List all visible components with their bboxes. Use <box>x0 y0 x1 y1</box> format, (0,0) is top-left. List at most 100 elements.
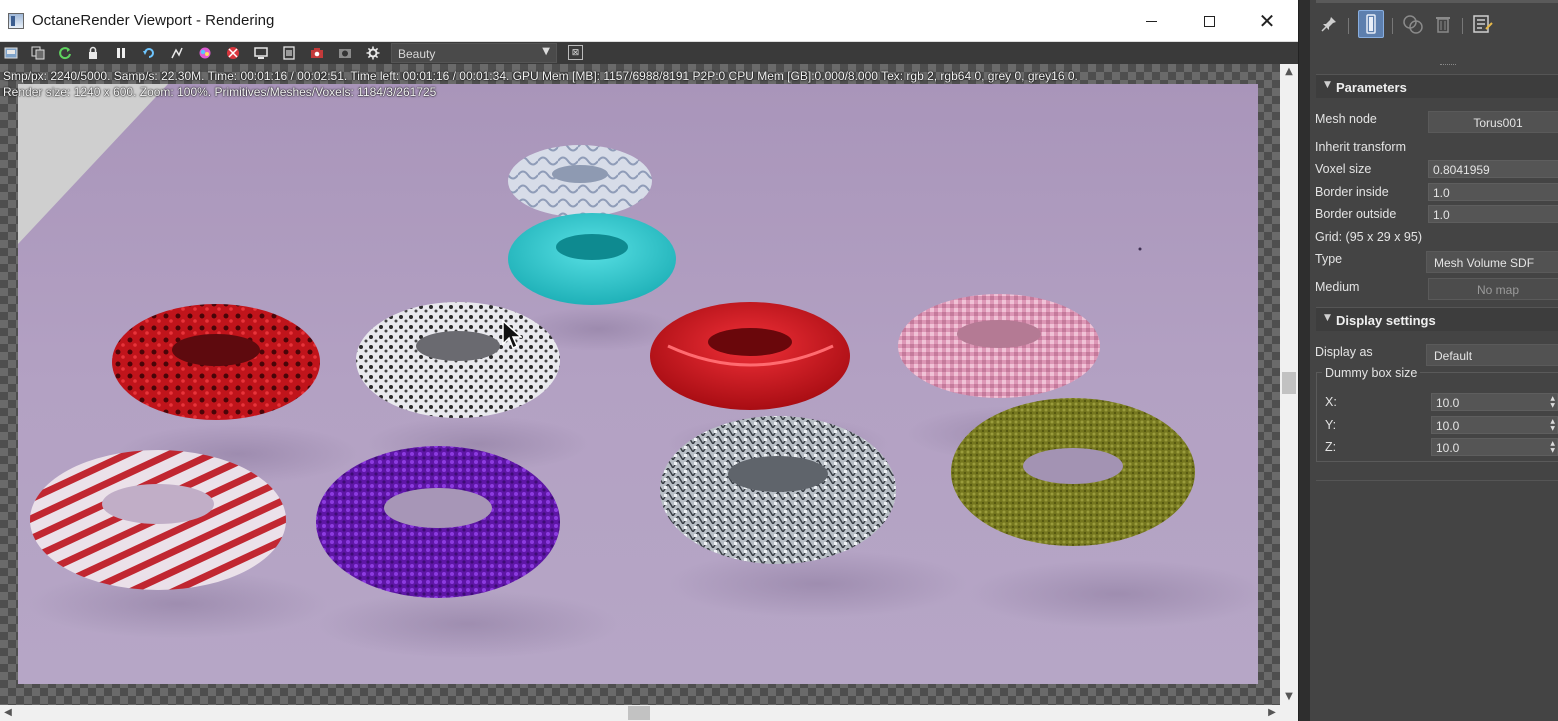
dummy-z-value: 10.0 <box>1436 441 1460 455</box>
voxel-size-label: Voxel size <box>1315 162 1372 176</box>
dummy-y-label: Y: <box>1325 418 1337 432</box>
inherit-transform-label[interactable]: Inherit transform <box>1315 140 1406 154</box>
color-picker-icon[interactable] <box>197 45 213 61</box>
display-as-dropdown[interactable]: Default <box>1426 344 1558 366</box>
mouse-cursor-icon <box>502 320 522 350</box>
panel-resize-grip[interactable] <box>1440 64 1456 67</box>
pink-voxel-torus <box>898 294 1100 398</box>
scroll-down-icon[interactable]: ▼ <box>1280 689 1298 705</box>
grid-dimensions-text: Grid: (95 x 29 x 95) <box>1315 230 1422 244</box>
display-as-label: Display as <box>1315 345 1373 359</box>
mesh-node-picker-button[interactable]: Torus001 <box>1428 111 1558 133</box>
dummy-z-spinner[interactable]: 10.0 ▲ ▼ <box>1431 438 1558 456</box>
rollout-bottom-border <box>1316 480 1558 481</box>
pin-stack-icon[interactable] <box>1316 10 1342 38</box>
window-title: OctaneRender Viewport - Rendering <box>32 12 275 29</box>
minimize-button[interactable] <box>1122 0 1180 42</box>
resize-grip[interactable] <box>1280 705 1298 721</box>
cyan-torus <box>508 213 676 305</box>
modify-panel: ▼ Parameters Mesh node Torus001 Inherit … <box>1310 0 1558 721</box>
vertical-scrollbar[interactable]: ▲ ▼ <box>1280 64 1298 705</box>
parameters-rollout-header[interactable]: ▼ Parameters <box>1316 74 1558 98</box>
pause-icon[interactable] <box>113 45 129 61</box>
mesh-node-label: Mesh node <box>1315 112 1377 126</box>
border-inside-label: Border inside <box>1315 185 1389 199</box>
dropdown-arrow-icon: ▼ <box>542 46 550 57</box>
voxel-size-field[interactable]: 0.8041959 <box>1428 160 1558 178</box>
red-splotch-torus <box>112 304 320 420</box>
white-speckled-torus <box>356 302 560 418</box>
render-pass-dropdown[interactable]: Beauty ▼ <box>391 43 557 63</box>
close-icon: ✕ <box>1258 9 1276 33</box>
make-unique-icon[interactable] <box>1400 10 1426 38</box>
render-size-line: Render size: 1240 x 600. Zoom: 100%. Pri… <box>3 85 437 99</box>
dummy-x-label: X: <box>1325 395 1337 409</box>
modifier-stack-toolbar <box>1310 6 1558 44</box>
border-inside-field[interactable]: 1.0 <box>1428 183 1558 201</box>
dummy-x-spinner[interactable]: 10.0 ▲ ▼ <box>1431 393 1558 411</box>
spinner-arrows-icon[interactable]: ▲ ▼ <box>1550 395 1555 409</box>
rollout-collapse-icon: ▼ <box>1324 80 1331 90</box>
vertical-scroll-thumb[interactable] <box>1282 372 1296 394</box>
display-icon[interactable] <box>253 45 269 61</box>
scroll-left-icon[interactable]: ◀ <box>0 705 16 721</box>
maximize-icon <box>1203 15 1215 27</box>
type-label: Type <box>1315 252 1343 266</box>
toolbar-separator <box>1462 18 1463 34</box>
purple-leafy-torus <box>316 446 560 598</box>
spinner-arrows-icon[interactable]: ▲ ▼ <box>1550 418 1555 432</box>
border-outside-label: Border outside <box>1315 207 1397 221</box>
medium-map-button[interactable]: No map <box>1428 278 1558 300</box>
panel-splitter[interactable] <box>1298 0 1310 721</box>
save-icon[interactable] <box>3 45 19 61</box>
rendered-image <box>18 84 1258 684</box>
border-outside-field[interactable]: 1.0 <box>1428 205 1558 223</box>
olive-moss-torus <box>951 398 1195 546</box>
toolbar-separator <box>1348 18 1349 34</box>
spinner-arrows-icon[interactable]: ▲ ▼ <box>1550 440 1555 454</box>
scroll-up-icon[interactable]: ▲ <box>1280 64 1298 80</box>
snapshot-icon[interactable] <box>337 45 353 61</box>
toolbar-separator <box>1392 18 1393 34</box>
dummy-y-spinner[interactable]: 10.0 ▲ ▼ <box>1431 416 1558 434</box>
dummy-z-label: Z: <box>1325 440 1337 454</box>
refresh-icon[interactable] <box>57 45 73 61</box>
display-settings-rollout-title: Display settings <box>1336 313 1436 328</box>
patterned-torus <box>508 145 652 217</box>
render-pass-value: Beauty <box>398 47 436 61</box>
render-stats-line: Smp/px: 2240/5000. Samp/s: 22.30M. Time:… <box>3 69 1078 83</box>
app-icon <box>8 13 24 29</box>
restart-icon[interactable] <box>141 45 157 61</box>
camera-icon[interactable] <box>309 45 325 61</box>
panel-top-strip <box>1316 0 1558 3</box>
close-button[interactable]: ✕ <box>1238 0 1296 42</box>
render-area[interactable]: Smp/px: 2240/5000. Samp/s: 22.30M. Time:… <box>0 64 1280 705</box>
type-dropdown[interactable]: Mesh Volume SDF <box>1426 251 1558 273</box>
delete-modifier-icon[interactable] <box>1430 10 1456 38</box>
region-render-icon[interactable]: ⊠ <box>568 45 583 60</box>
red-carved-torus <box>650 302 850 410</box>
viewport-toolbar: Beauty ▼ ⊠ <box>0 42 1298 64</box>
horizontal-scrollbar[interactable]: ◀ ▶ <box>0 705 1280 721</box>
film-icon[interactable] <box>281 45 297 61</box>
settings-gear-icon[interactable] <box>365 45 381 61</box>
red-striped-torus <box>30 450 286 590</box>
scroll-right-icon[interactable]: ▶ <box>1264 705 1280 721</box>
title-bar: OctaneRender Viewport - Rendering ✕ <box>0 0 1298 42</box>
show-end-result-icon[interactable] <box>1358 10 1384 38</box>
display-settings-rollout-header[interactable]: ▼ Display settings <box>1316 307 1558 331</box>
configure-modifier-sets-icon[interactable] <box>1470 10 1496 38</box>
dummy-x-value: 10.0 <box>1436 396 1460 410</box>
medium-label: Medium <box>1315 280 1360 294</box>
region-icon[interactable] <box>169 45 185 61</box>
clay-mode-icon[interactable] <box>225 45 241 61</box>
dummy-y-value: 10.0 <box>1436 419 1460 433</box>
metal-shard-torus <box>660 416 896 564</box>
copy-icon[interactable] <box>30 45 46 61</box>
octane-viewport-window: OctaneRender Viewport - Rendering ✕ Beau… <box>0 0 1298 721</box>
minimize-icon <box>1145 20 1157 22</box>
maximize-button[interactable] <box>1180 0 1238 42</box>
horizontal-scroll-thumb[interactable] <box>628 706 650 720</box>
lock-icon[interactable] <box>85 45 101 61</box>
dummy-box-size-title: Dummy box size <box>1322 366 1421 380</box>
